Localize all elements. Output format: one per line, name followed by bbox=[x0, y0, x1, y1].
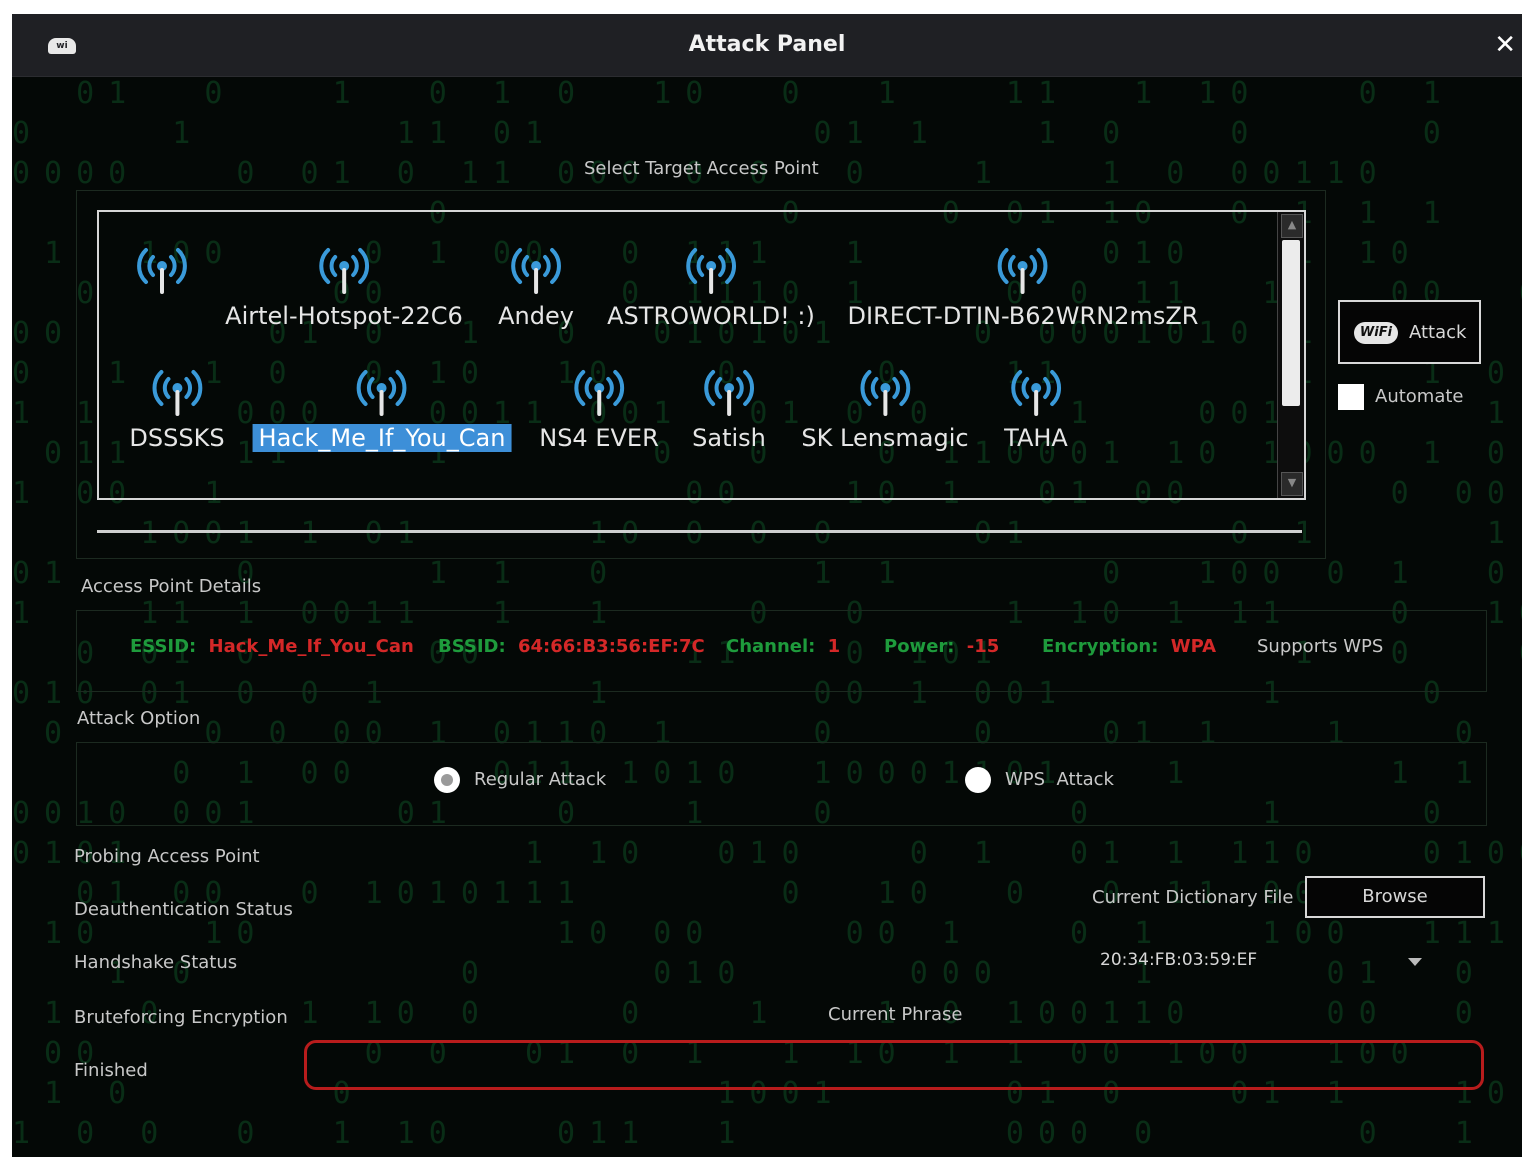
channel-key: Channel: bbox=[726, 636, 816, 657]
access-point-item[interactable]: ASTROWORLD! :) bbox=[601, 244, 821, 330]
window-title: Attack Panel bbox=[688, 32, 846, 57]
channel-row: Channel: 1 bbox=[726, 636, 840, 657]
select-target-label: Select Target Access Point bbox=[584, 158, 819, 179]
automate-checkbox[interactable] bbox=[1338, 384, 1364, 410]
encryption-value: WPA bbox=[1170, 636, 1217, 657]
access-point-item[interactable]: TAHA bbox=[998, 366, 1074, 452]
access-point-item[interactable]: Airtel-Hotspot-22C6 bbox=[219, 244, 469, 330]
list-divider bbox=[97, 530, 1302, 533]
browse-button[interactable]: Browse bbox=[1305, 876, 1485, 918]
wps-attack-label[interactable]: WPS Attack bbox=[1005, 769, 1114, 790]
power-key: Power: bbox=[884, 636, 955, 657]
access-point-name: DSSSKS bbox=[129, 424, 225, 452]
access-point-icon bbox=[152, 370, 202, 416]
essid-key: ESSID: bbox=[130, 636, 197, 657]
deauth-status-label: Deauthentication Status bbox=[74, 899, 293, 920]
access-point-icon bbox=[574, 370, 624, 416]
wps-support-row: Supports WPS bbox=[1257, 636, 1383, 657]
attack-button-label: Attack bbox=[1409, 322, 1467, 343]
access-point-name: Airtel-Hotspot-22C6 bbox=[225, 302, 463, 330]
regular-attack-label[interactable]: Regular Attack bbox=[474, 769, 606, 790]
current-phrase-field bbox=[304, 1040, 1484, 1090]
ap-details-row: ESSID: Hack_Me_If_You_Can bbox=[130, 636, 414, 657]
scroll-thumb[interactable] bbox=[1282, 240, 1300, 406]
access-point-item[interactable]: DIRECT-DTIN-B62WRN2msZR bbox=[842, 244, 1205, 330]
access-point-icon bbox=[1011, 370, 1061, 416]
access-point-name: TAHA bbox=[1004, 424, 1068, 452]
close-icon[interactable]: ✕ bbox=[1494, 30, 1516, 60]
power-row: Power: -15 bbox=[884, 636, 999, 657]
chevron-down-icon bbox=[1408, 958, 1422, 966]
scroll-down-button[interactable]: ▼ bbox=[1281, 472, 1303, 496]
channel-value: 1 bbox=[827, 636, 841, 657]
access-point-item[interactable]: SK Lensmagic bbox=[795, 366, 974, 452]
wps-attack-radio[interactable] bbox=[965, 767, 991, 793]
encryption-key: Encryption: bbox=[1042, 636, 1159, 657]
dictionary-file-label: Current Dictionary File bbox=[1092, 887, 1294, 908]
attack-option-label: Attack Option bbox=[77, 708, 201, 729]
access-point-item[interactable]: DSSSKS bbox=[123, 366, 230, 452]
access-point-name: Andey bbox=[498, 302, 574, 330]
access-point-item[interactable] bbox=[134, 244, 190, 315]
access-point-name: Hack_Me_If_You_Can bbox=[252, 424, 512, 452]
scroll-up-button[interactable]: ▲ bbox=[1281, 214, 1303, 238]
access-point-item[interactable]: Hack_Me_If_You_Can bbox=[252, 366, 512, 452]
access-point-icon bbox=[860, 370, 910, 416]
access-point-icon bbox=[998, 248, 1048, 294]
access-point-name: DIRECT-DTIN-B62WRN2msZR bbox=[847, 302, 1199, 330]
access-point-name: SK Lensmagic bbox=[801, 424, 969, 452]
attack-panel-window: 01 0 1 0 1 0 10 0 1 11 1 10 0 1 1 01 0 0… bbox=[12, 14, 1522, 1157]
dictionary-select-value: 20:34:FB:03:59:EF bbox=[1100, 950, 1258, 970]
ap-details-label: Access Point Details bbox=[81, 576, 262, 597]
attack-button[interactable]: WiFi Attack bbox=[1338, 300, 1481, 364]
bssid-key: BSSID: bbox=[438, 636, 506, 657]
title-bar: wi Attack Panel ✕ bbox=[12, 14, 1522, 77]
probing-status-label: Probing Access Point bbox=[74, 846, 260, 867]
access-point-item[interactable]: Andey bbox=[492, 244, 580, 330]
access-point-icon bbox=[511, 248, 561, 294]
encryption-row: Encryption: WPA bbox=[1042, 636, 1216, 657]
access-point-icon bbox=[357, 370, 407, 416]
access-point-name: Satish bbox=[692, 424, 766, 452]
wifi-icon: WiFi bbox=[1354, 322, 1398, 344]
access-point-icon bbox=[704, 370, 754, 416]
automate-label: Automate bbox=[1375, 386, 1464, 407]
bssid-value: 64:66:B3:56:EF:7C bbox=[517, 636, 705, 657]
power-value: -15 bbox=[966, 636, 1000, 657]
access-point-icon bbox=[686, 248, 736, 294]
access-point-icon bbox=[319, 248, 369, 294]
handshake-status-label: Handshake Status bbox=[74, 952, 238, 973]
access-point-list[interactable]: Airtel-Hotspot-22C6 Andey ASTROWORLD! :) DI… bbox=[97, 210, 1306, 500]
attack-option-frame bbox=[76, 742, 1487, 826]
bssid-row: BSSID: 64:66:B3:56:EF:7C bbox=[438, 636, 705, 657]
wps-support-text: Supports WPS bbox=[1257, 636, 1384, 657]
dictionary-select[interactable]: 20:34:FB:03:59:EF bbox=[1092, 944, 1422, 978]
essid-value: Hack_Me_If_You_Can bbox=[208, 636, 414, 657]
bruteforce-status-label: Bruteforcing Encryption bbox=[74, 1007, 288, 1028]
finished-status-label: Finished bbox=[74, 1060, 148, 1081]
access-point-item[interactable]: Satish bbox=[686, 366, 772, 452]
access-point-item[interactable]: NS4 EVER bbox=[533, 366, 665, 452]
regular-attack-radio[interactable] bbox=[434, 767, 460, 793]
access-point-icon bbox=[137, 248, 187, 294]
access-point-name: NS4 EVER bbox=[539, 424, 659, 452]
access-point-name: ASTROWORLD! :) bbox=[607, 302, 815, 330]
current-phrase-label: Current Phrase bbox=[828, 1004, 963, 1025]
list-scrollbar[interactable]: ▲ ▼ bbox=[1277, 212, 1304, 498]
